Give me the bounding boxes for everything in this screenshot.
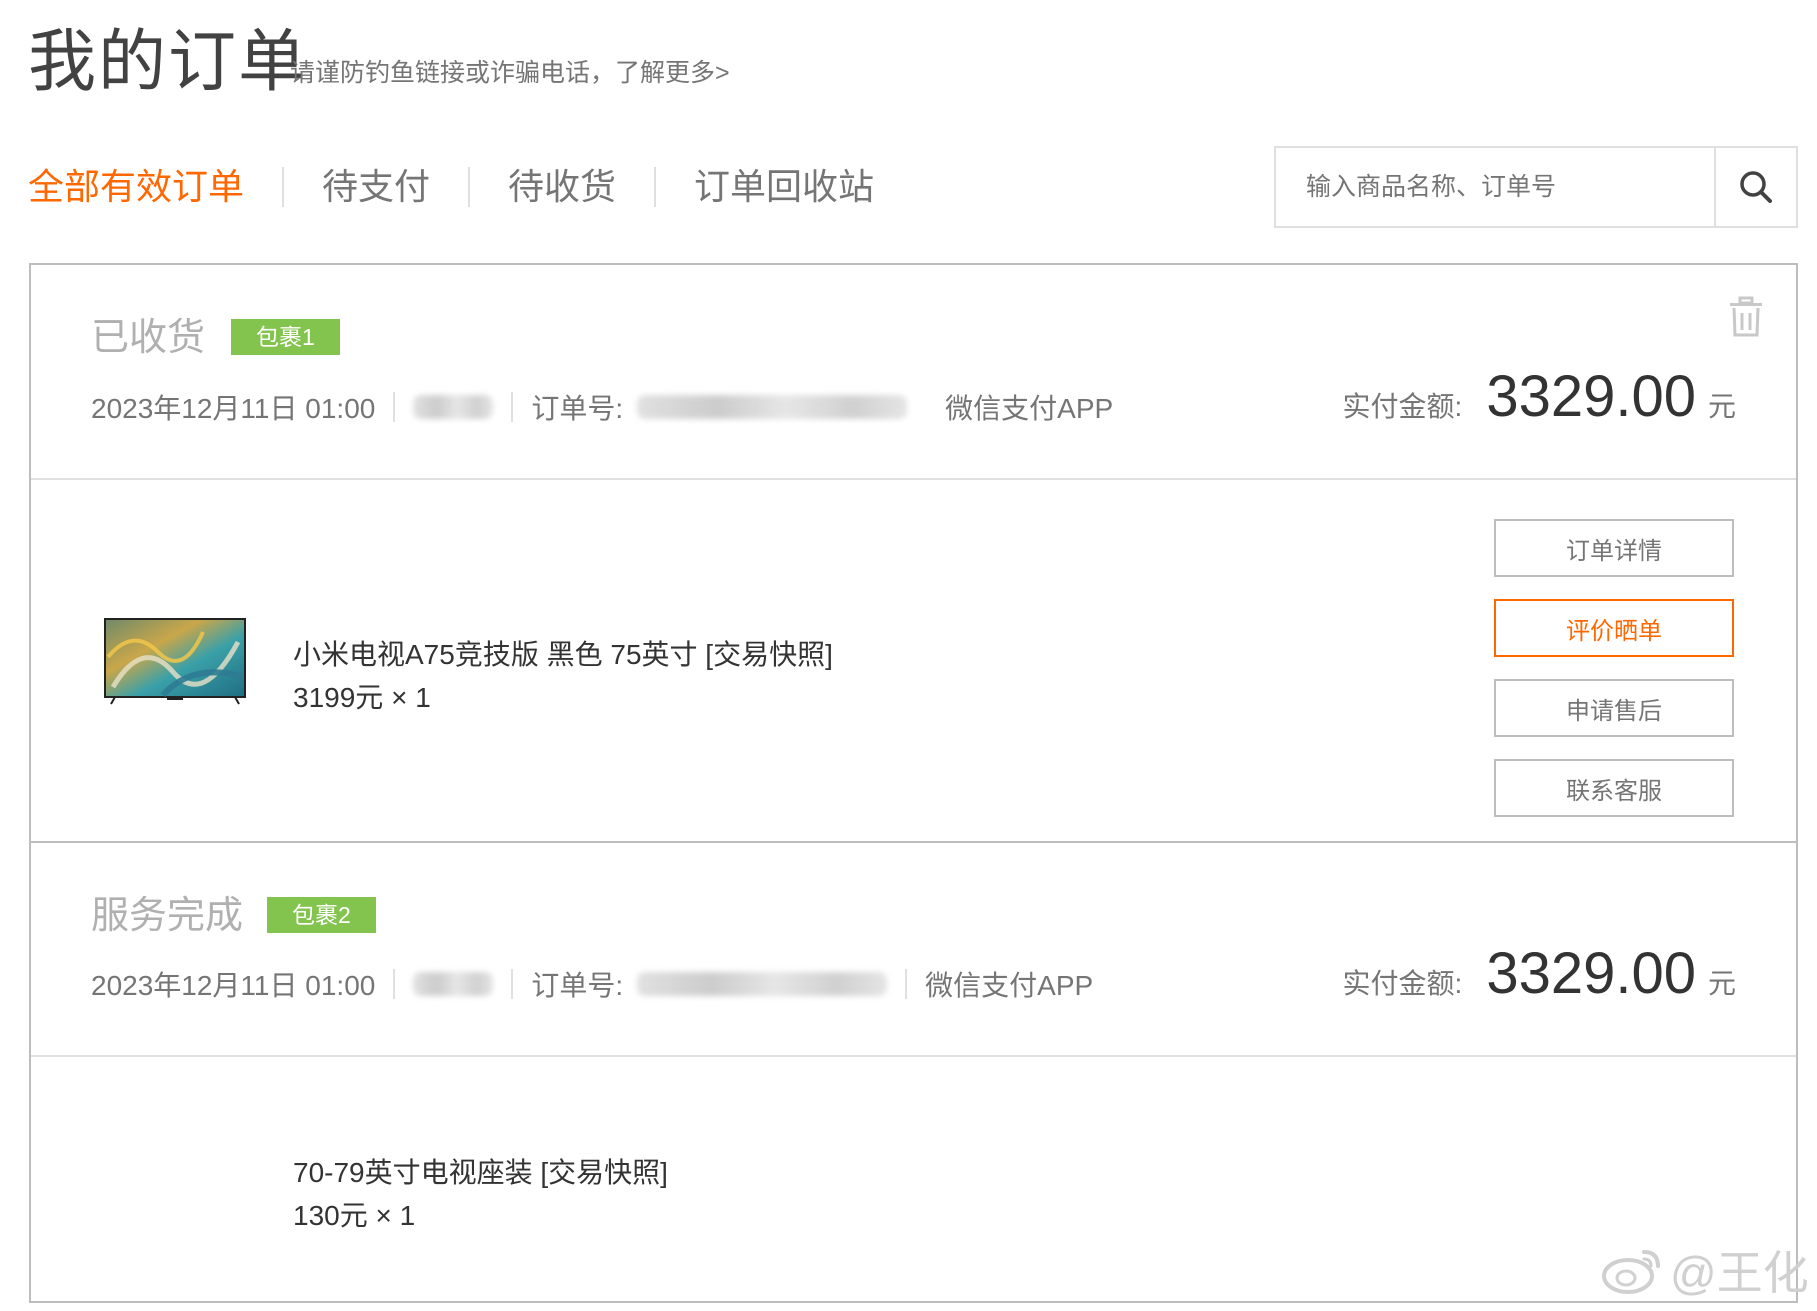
paid-amount: 3329.00 bbox=[1486, 364, 1696, 429]
tab-divider bbox=[282, 167, 285, 207]
payment-method: 微信支付APP bbox=[925, 970, 1094, 1001]
page-title: 我的订单 bbox=[28, 24, 309, 100]
after-sales-button[interactable]: 申请售后 bbox=[1494, 679, 1734, 737]
paid-unit: 元 bbox=[1707, 968, 1736, 999]
order-meta: 2023年12月11日 01:00 订单号: 微信支付APP bbox=[91, 964, 1093, 1004]
tab-divider bbox=[654, 167, 657, 207]
paid-label: 实付金额: bbox=[1342, 968, 1463, 999]
redacted-recipient bbox=[413, 395, 494, 419]
redacted-order-number bbox=[637, 972, 888, 996]
meta-divider bbox=[393, 392, 396, 422]
weibo-icon bbox=[1602, 1250, 1660, 1294]
delete-order-button[interactable] bbox=[1726, 295, 1766, 339]
order-tabs: 全部有效订单 待支付 待收货 订单回收站 bbox=[28, 160, 874, 214]
product-price-qty: 130元 × 1 bbox=[293, 1200, 416, 1231]
meta-divider bbox=[511, 969, 514, 999]
redacted-recipient bbox=[413, 972, 494, 996]
watermark-text: @王化 bbox=[1670, 1247, 1809, 1299]
paid-amount-block: 实付金额: 3329.00 元 bbox=[1343, 363, 1736, 443]
order-status: 服务完成 bbox=[91, 895, 244, 937]
tab-recycle-bin[interactable]: 订单回收站 bbox=[694, 160, 874, 214]
order-status: 已收货 bbox=[91, 317, 206, 359]
meta-divider bbox=[905, 969, 908, 999]
header-divider bbox=[31, 1055, 1796, 1057]
order-number-label: 订单号: bbox=[531, 393, 624, 424]
meta-spacer bbox=[925, 392, 927, 422]
meta-divider bbox=[511, 392, 514, 422]
tab-pending-receipt[interactable]: 待收货 bbox=[508, 160, 616, 214]
order-meta: 2023年12月11日 01:00 订单号: 微信支付APP bbox=[91, 387, 1113, 427]
paid-amount-block: 实付金额: 3329.00 元 bbox=[1343, 940, 1736, 1020]
product-name-link[interactable]: 小米电视A75竞技版 黑色 75英寸 [交易快照] bbox=[293, 637, 833, 673]
anti-fraud-link[interactable]: 请谨防钓鱼链接或诈骗电话，了解更多> bbox=[290, 58, 730, 88]
tv-image bbox=[104, 618, 246, 705]
product-thumbnail-tv[interactable] bbox=[103, 617, 247, 705]
tab-pending-payment[interactable]: 待支付 bbox=[322, 160, 430, 214]
order-search bbox=[1274, 146, 1798, 228]
order-details-button[interactable]: 订单详情 bbox=[1494, 519, 1734, 577]
redacted-order-number bbox=[637, 395, 908, 419]
paid-label: 实付金额: bbox=[1342, 391, 1463, 422]
trash-icon bbox=[1730, 296, 1762, 337]
orders-page: 我的订单 请谨防钓鱼链接或诈骗电话，了解更多> 全部有效订单 待支付 待收货 订… bbox=[0, 0, 1817, 1311]
product-price-qty: 3199元 × 1 bbox=[293, 682, 431, 713]
product-name-link[interactable]: 70-79英寸电视座装 [交易快照] bbox=[293, 1155, 668, 1191]
tab-all-valid-orders[interactable]: 全部有效订单 bbox=[28, 160, 244, 214]
review-button[interactable]: 评价晒单 bbox=[1494, 599, 1734, 657]
meta-divider bbox=[393, 969, 396, 999]
order-list: 已收货 包裹1 2023年12月11日 01:00 订单号: 微信支付APP 实… bbox=[29, 263, 1798, 1303]
payment-method: 微信支付APP bbox=[945, 393, 1114, 424]
search-input[interactable] bbox=[1276, 148, 1714, 226]
contact-support-button[interactable]: 联系客服 bbox=[1494, 759, 1734, 817]
weibo-watermark: @王化 bbox=[1600, 1240, 1809, 1300]
header-divider bbox=[31, 478, 1796, 480]
paid-amount: 3329.00 bbox=[1486, 941, 1696, 1006]
paid-unit: 元 bbox=[1707, 391, 1736, 422]
order-number-label: 订单号: bbox=[531, 970, 624, 1001]
tab-divider bbox=[468, 167, 471, 207]
order-datetime: 2023年12月11日 01:00 bbox=[91, 393, 376, 424]
package-badge: 包裹2 bbox=[267, 897, 376, 933]
search-button[interactable] bbox=[1714, 148, 1796, 226]
package-badge: 包裹1 bbox=[231, 319, 340, 355]
order-datetime: 2023年12月11日 01:00 bbox=[91, 970, 376, 1001]
search-icon bbox=[1740, 171, 1772, 203]
order-divider bbox=[31, 841, 1796, 843]
